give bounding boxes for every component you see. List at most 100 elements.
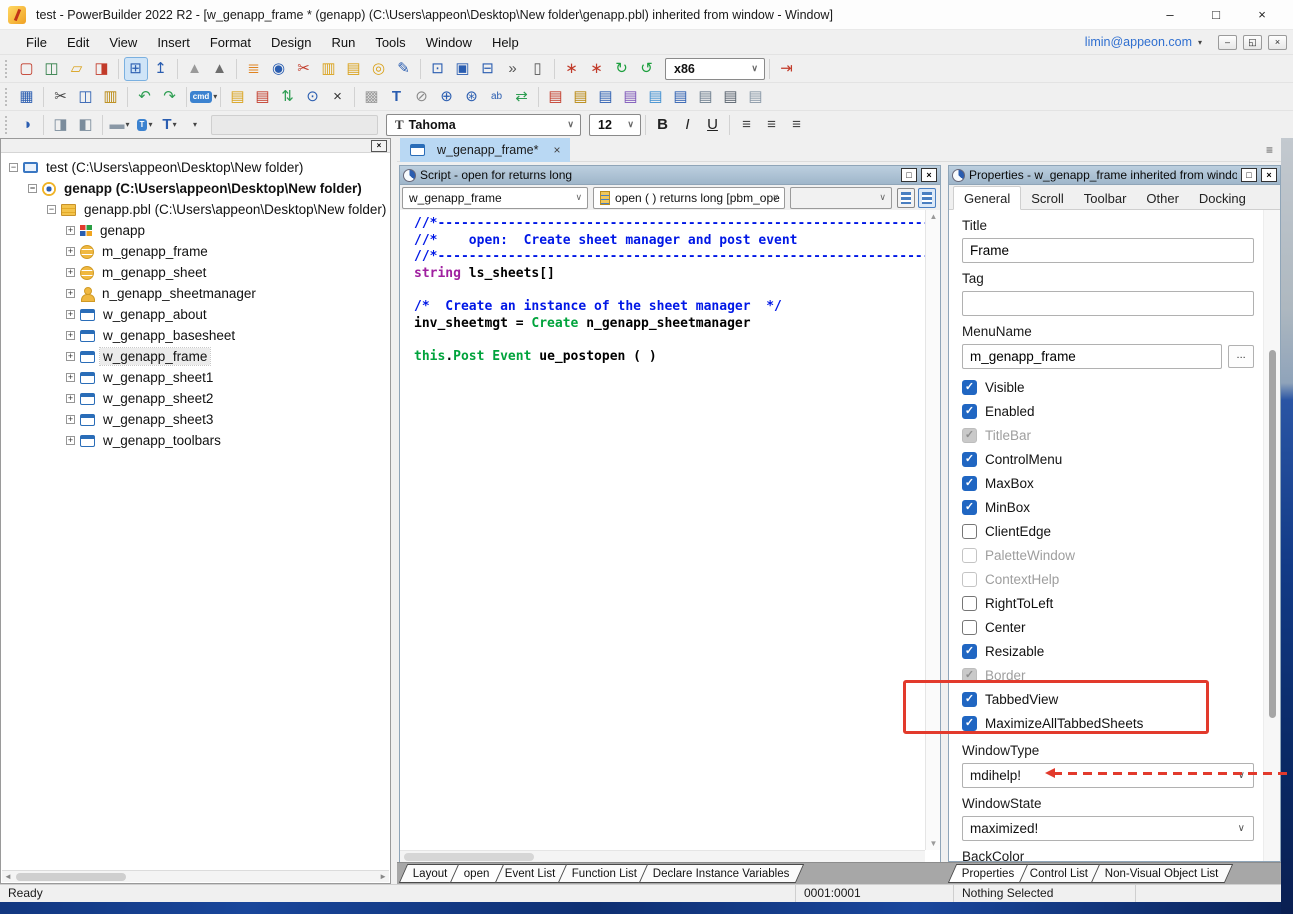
tree-collapse-icon[interactable]: −	[9, 163, 18, 172]
tree-expand-icon[interactable]: +	[66, 373, 75, 382]
zoom-button[interactable]: ⊕	[435, 85, 459, 109]
combo-caret-icon[interactable]: ∨	[575, 192, 582, 203]
code-area[interactable]: //*-------------------------------------…	[400, 210, 940, 863]
properties-splitter[interactable]	[941, 165, 948, 862]
checkbox-row-enabled[interactable]: ✓Enabled	[962, 399, 1254, 423]
uncomment-button[interactable]: ⊘	[410, 85, 434, 109]
combo-caret-icon[interactable]: ∨	[627, 119, 634, 130]
center-checkbox[interactable]	[962, 620, 977, 635]
titlebar-checkbox[interactable]: ✓	[962, 428, 977, 443]
menu-view[interactable]: View	[99, 35, 147, 50]
refresh-button[interactable]: ⇄	[510, 85, 534, 109]
profile-run-button[interactable]: »	[501, 57, 525, 81]
scrollbar-thumb[interactable]	[16, 873, 126, 881]
tree-item-w_genapp_about[interactable]: +w_genapp_about	[1, 304, 390, 325]
scroll-left-icon[interactable]: ◄	[4, 872, 12, 881]
tree-item-w_genapp_frame[interactable]: +w_genapp_frame	[1, 346, 390, 367]
clientedge-checkbox[interactable]	[962, 524, 977, 539]
controlmenu-checkbox[interactable]: ✓	[962, 452, 977, 467]
comment-button[interactable]: T	[385, 85, 409, 109]
contexthelp-checkbox[interactable]	[962, 572, 977, 587]
browser-button[interactable]: ◉	[267, 57, 291, 81]
paste-global-button[interactable]: ▤	[719, 85, 743, 109]
menu-run[interactable]: Run	[321, 35, 365, 50]
paste-sql-button[interactable]: ▤	[544, 85, 568, 109]
tree-item-genapp.pbl[interactable]: −genapp.pbl (C:\Users\appeon\Desktop\New…	[1, 199, 390, 220]
align-left-button[interactable]: ≡	[735, 113, 759, 137]
tree-expand-icon[interactable]: +	[66, 394, 75, 403]
tab-list-icon[interactable]: ≡	[1266, 143, 1273, 157]
tree-item-m_genapp_sheet[interactable]: +m_genapp_sheet	[1, 262, 390, 283]
bring-to-front-button[interactable]: ◨	[49, 113, 73, 137]
checkbox-row-visible[interactable]: ✓Visible	[962, 375, 1254, 399]
menu-help[interactable]: Help	[482, 35, 529, 50]
tree-expand-icon[interactable]: +	[66, 352, 75, 361]
tree-expand-icon[interactable]: +	[66, 415, 75, 424]
tree-expand-icon[interactable]: +	[66, 226, 75, 235]
paste-argument-button[interactable]: ▤	[694, 85, 718, 109]
toolbar-grip[interactable]	[5, 60, 10, 78]
combo-caret-icon[interactable]: ∨	[1238, 823, 1245, 834]
menu-edit[interactable]: Edit	[57, 35, 99, 50]
checkbox-row-titlebar[interactable]: ✓TitleBar	[962, 423, 1254, 447]
close-script-button[interactable]: ×	[326, 85, 350, 109]
background-color-button[interactable]: T▾	[158, 113, 182, 137]
preview-button[interactable]: ◨	[90, 57, 114, 81]
maximize-button[interactable]: □	[1193, 0, 1239, 29]
paste-button[interactable]: ▥	[99, 85, 123, 109]
scrollbar-thumb[interactable]	[404, 853, 534, 861]
properties-scrollbar[interactable]	[1263, 210, 1280, 861]
tree-item-genapp[interactable]: +genapp	[1, 220, 390, 241]
checkbox-row-contexthelp[interactable]: ContextHelp	[962, 567, 1254, 591]
combo-caret-icon[interactable]: ∨	[751, 63, 758, 74]
mdi-restore-button[interactable]: ◱	[1243, 35, 1262, 50]
tab-other[interactable]: Other	[1136, 187, 1189, 209]
menu-design[interactable]: Design	[261, 35, 321, 50]
align-center-button[interactable]: ≡	[760, 113, 784, 137]
title-field[interactable]	[962, 238, 1254, 263]
save-button[interactable]: ▦	[15, 85, 39, 109]
tab-control-list[interactable]: Control List	[1016, 864, 1103, 883]
tree-expand-icon[interactable]: +	[66, 289, 75, 298]
event-combo[interactable]: open ( ) returns long [pbm_ope ∨	[593, 187, 785, 209]
edit-button[interactable]: ✎	[392, 57, 416, 81]
properties-header[interactable]: Properties - w_genapp_frame inherited fr…	[949, 166, 1280, 185]
close-button[interactable]: ×	[1239, 0, 1285, 29]
tab-declare-instance-variables[interactable]: Declare Instance Variables	[639, 864, 804, 883]
tab-non-visual-object-list[interactable]: Non-Visual Object List	[1090, 864, 1232, 883]
resizable-checkbox[interactable]: ✓	[962, 644, 977, 659]
tab-docking[interactable]: Docking	[1189, 187, 1256, 209]
checkbox-row-controlmenu[interactable]: ✓ControlMenu	[962, 447, 1254, 471]
library-painter-button[interactable]: ⊞	[124, 57, 148, 81]
clip-window-button[interactable]: ✂	[292, 57, 316, 81]
tree-expand-icon[interactable]: +	[66, 436, 75, 445]
underline-button[interactable]: U	[701, 113, 725, 137]
report-page-button[interactable]: ▤	[251, 85, 275, 109]
menu-insert[interactable]: Insert	[147, 35, 200, 50]
paste-object-button[interactable]: ▤	[644, 85, 668, 109]
redo-button[interactable]: ↷	[158, 85, 182, 109]
debug-button[interactable]: ∗	[560, 57, 584, 81]
script-view-icon[interactable]	[897, 188, 915, 208]
script-close-button[interactable]: ×	[921, 168, 937, 182]
spell-check-button[interactable]: ab	[485, 85, 509, 109]
italic-button[interactable]: I	[676, 113, 700, 137]
document-tab-w-genapp-frame[interactable]: w_genapp_frame* ×	[400, 138, 570, 162]
tree-collapse-icon[interactable]: −	[47, 205, 56, 214]
window-view-button[interactable]: ▣	[451, 57, 475, 81]
script-window-header[interactable]: Script - open for returns long □ ×	[400, 166, 940, 185]
tree-expand-icon[interactable]: +	[66, 247, 75, 256]
tab-scroll[interactable]: Scroll	[1021, 187, 1074, 209]
checkbox-row-minbox[interactable]: ✓MinBox	[962, 495, 1254, 519]
run-select-button[interactable]: ↺	[635, 57, 659, 81]
checkbox-row-center[interactable]: Center	[962, 615, 1254, 639]
system-tree-close-button[interactable]: ×	[371, 140, 387, 152]
text-color-button[interactable]: T▾	[133, 113, 157, 137]
exit-button[interactable]: ⇥	[775, 57, 799, 81]
mdi-close-button[interactable]: ×	[1268, 35, 1287, 50]
tab-toolbar[interactable]: Toolbar	[1074, 187, 1137, 209]
cut-button[interactable]: ✂	[49, 85, 73, 109]
borders-button[interactable]: ▾	[183, 113, 207, 137]
document-tab-close-icon[interactable]: ×	[553, 143, 560, 157]
paste-function-button[interactable]: ▤	[619, 85, 643, 109]
